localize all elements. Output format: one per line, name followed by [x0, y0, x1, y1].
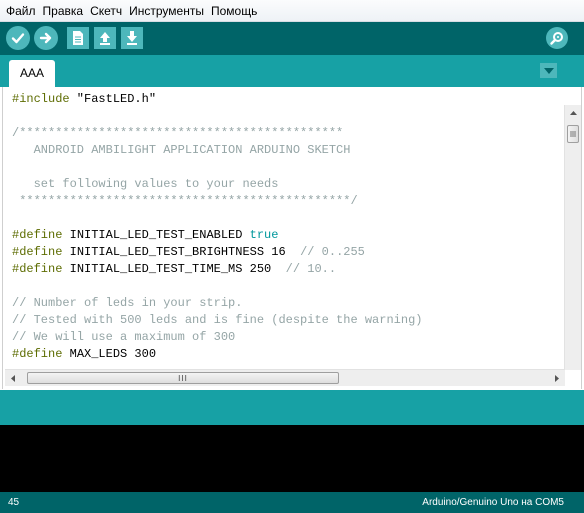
menu-bar: Файл Правка Скетч Инструменты Помощь: [0, 0, 584, 22]
console-output[interactable]: [0, 425, 584, 492]
code-token: set following values to your needs: [12, 177, 279, 191]
code-token: // Tested with 500 leds and is fine (des…: [12, 313, 423, 327]
menu-edit[interactable]: Правка: [41, 0, 89, 22]
grip-icon: [570, 131, 576, 137]
triangle-up-icon: [569, 111, 577, 115]
code-line[interactable]: #define INITIAL_LED_TEST_ENABLED true: [12, 227, 564, 244]
checkmark-icon: [11, 33, 25, 44]
code-line[interactable]: // Tested with 500 leds and is fine (des…: [12, 312, 564, 329]
code-token: #include: [12, 92, 70, 106]
code-line[interactable]: set following values to your needs: [12, 176, 564, 193]
save-button[interactable]: [121, 27, 143, 49]
menu-tools[interactable]: Инструменты: [127, 0, 209, 22]
code-line[interactable]: ANDROID AMBILIGHT APPLICATION ARDUINO SK…: [12, 142, 564, 159]
toolbar: [0, 22, 584, 55]
save-arrow-down-icon: [127, 31, 137, 45]
upload-button[interactable]: [34, 26, 58, 50]
tab-bar: AAA: [0, 55, 584, 87]
code-token: // We will use a maximum of 300: [12, 330, 236, 344]
code-token: // Number of leds in your strip.: [12, 296, 243, 310]
code-token: "FastLED.h": [69, 92, 157, 106]
code-token: INITIAL_LED_TEST_ENABLED: [62, 228, 250, 242]
code-token: #define: [12, 347, 63, 361]
code-token: INITIAL_LED_TEST_TIME_MS 250: [62, 262, 286, 276]
code-line[interactable]: // We will use a maximum of 300: [12, 329, 564, 346]
code-line[interactable]: #include "FastLED.h": [12, 91, 564, 108]
vertical-scrollbar[interactable]: [564, 105, 581, 370]
code-token: // 0..255: [300, 245, 365, 259]
code-line[interactable]: #define INITIAL_LED_TEST_BRIGHTNESS 16 /…: [12, 244, 564, 261]
serial-monitor-button[interactable]: [546, 27, 568, 49]
triangle-right-icon: [555, 374, 559, 382]
scroll-left-arrow[interactable]: [5, 370, 21, 386]
code-line[interactable]: [12, 108, 564, 125]
tab-menu-button[interactable]: [540, 63, 557, 78]
board-port-label: Arduino/Genuino Uno на COM5: [422, 497, 564, 508]
triangle-left-icon: [11, 374, 15, 382]
menu-help[interactable]: Помощь: [209, 0, 262, 22]
code-line[interactable]: // Number of leds in your strip.: [12, 295, 564, 312]
open-button[interactable]: [94, 27, 116, 49]
code-line[interactable]: /***************************************…: [12, 125, 564, 142]
code-token: /***************************************…: [12, 126, 344, 140]
code-line[interactable]: [12, 159, 564, 176]
code-editor[interactable]: #include "FastLED.h" /*******************…: [2, 87, 582, 389]
code-line[interactable]: ****************************************…: [12, 193, 564, 210]
code-token: #define: [12, 262, 63, 276]
line-number: 45: [8, 497, 20, 508]
triangle-down-icon: [543, 67, 554, 74]
new-file-icon: [73, 31, 83, 45]
code-token: #define: [12, 228, 63, 242]
code-line[interactable]: #define INITIAL_LED_TEST_TIME_MS 250 // …: [12, 261, 564, 278]
magnifier-icon: [550, 32, 563, 45]
arrow-right-icon: [39, 32, 52, 44]
vertical-scroll-thumb[interactable]: [567, 125, 579, 143]
open-arrow-up-icon: [100, 32, 110, 45]
code-token: INITIAL_LED_TEST_BRIGHTNESS 16: [62, 245, 301, 259]
code-token: #define: [12, 245, 63, 259]
code-token: // 10..: [285, 262, 337, 276]
code-token: ****************************************…: [12, 194, 358, 208]
scroll-up-arrow[interactable]: [565, 105, 581, 121]
message-area: [0, 390, 584, 425]
new-button[interactable]: [67, 27, 89, 49]
menu-file[interactable]: Файл: [4, 0, 41, 22]
horizontal-scrollbar[interactable]: III: [5, 369, 565, 386]
horizontal-scroll-thumb[interactable]: III: [27, 372, 339, 384]
code-token: true: [249, 228, 279, 242]
tab-sketch[interactable]: AAA: [9, 60, 55, 87]
scroll-right-arrow[interactable]: [549, 370, 565, 386]
code-line[interactable]: #define MAX_LEDS 300: [12, 346, 564, 363]
verify-button[interactable]: [6, 26, 30, 50]
code-line[interactable]: [12, 210, 564, 227]
code-line[interactable]: [12, 278, 564, 295]
code-token: ANDROID AMBILIGHT APPLICATION ARDUINO SK…: [12, 143, 351, 157]
status-bar: 45 Arduino/Genuino Uno на COM5: [0, 492, 584, 513]
code-area[interactable]: #include "FastLED.h" /*******************…: [12, 91, 564, 369]
code-token: MAX_LEDS 300: [62, 347, 157, 361]
menu-sketch[interactable]: Скетч: [88, 0, 127, 22]
